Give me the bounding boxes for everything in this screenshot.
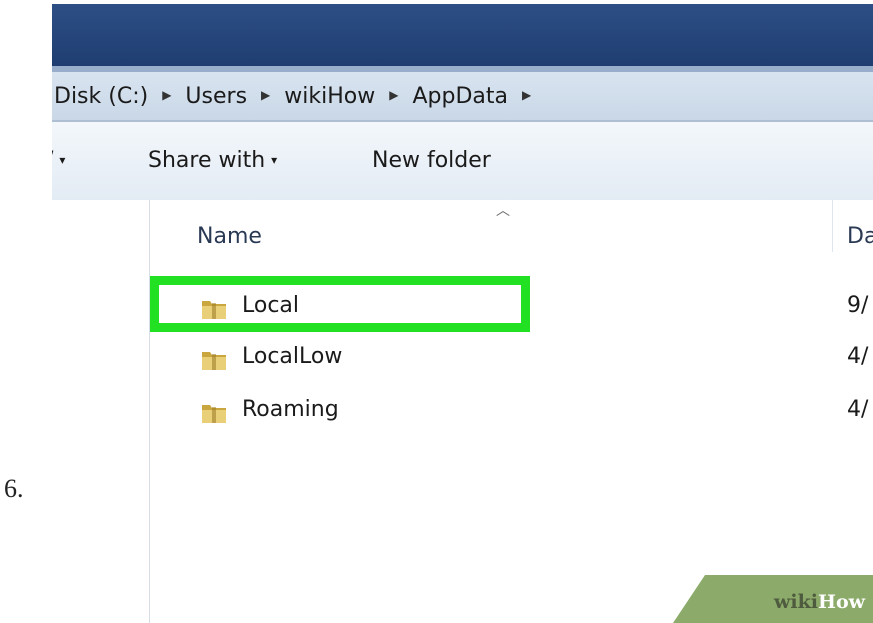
folder-icon — [202, 352, 226, 370]
column-header-date[interactable]: Da — [847, 224, 873, 249]
breadcrumb-appdata[interactable]: AppData — [410, 84, 510, 109]
column-divider[interactable] — [832, 200, 833, 252]
watermark-logo: wikiHow — [774, 591, 865, 613]
folder-icon — [202, 405, 226, 423]
chevron-down-icon: ▾ — [271, 153, 278, 167]
column-header-name[interactable]: Name — [197, 224, 262, 249]
triangle-right-icon[interactable]: ▶ — [522, 88, 531, 102]
navigation-pane[interactable] — [52, 200, 150, 623]
address-bar[interactable]: Disk (C:) ▶ Users ▶ wikiHow ▶ AppData ▶ — [52, 72, 873, 122]
folder-date: 4/ — [847, 397, 869, 422]
breadcrumb-disk-c[interactable]: Disk (C:) — [52, 84, 150, 109]
new-folder-button[interactable]: New folder — [372, 148, 491, 173]
folder-row-locallow[interactable]: LocalLow 4/ — [150, 340, 873, 380]
folder-date: 9/ — [847, 293, 869, 318]
sort-ascending-icon: ︿ — [496, 203, 510, 219]
folder-date: 4/ — [847, 344, 869, 369]
file-list: ︿ Name Da Local 9/ LocalLow 4/ Roaming 4… — [150, 200, 873, 623]
triangle-right-icon[interactable]: ▶ — [389, 88, 398, 102]
command-bar: /▾ Share with ▾ New folder — [52, 122, 873, 201]
breadcrumb-users[interactable]: Users — [183, 84, 249, 109]
share-with-button[interactable]: Share with ▾ — [148, 148, 277, 173]
folder-row-local[interactable]: Local 9/ — [150, 276, 873, 332]
explorer-window: Disk (C:) ▶ Users ▶ wikiHow ▶ AppData ▶ … — [52, 4, 873, 623]
wikihow-watermark: wikiHow — [673, 567, 873, 623]
triangle-right-icon[interactable]: ▶ — [162, 88, 171, 102]
share-with-label: Share with — [148, 148, 266, 173]
folder-row-roaming[interactable]: Roaming 4/ — [150, 393, 873, 433]
chevron-down-icon: ▾ — [59, 153, 66, 167]
organize-menu-cutoff[interactable]: /▾ — [52, 148, 65, 173]
breadcrumb-wikihow[interactable]: wikiHow — [282, 84, 377, 109]
folder-name: Roaming — [242, 397, 339, 422]
triangle-right-icon[interactable]: ▶ — [261, 88, 270, 102]
title-bar — [52, 4, 873, 66]
folder-name: Local — [242, 293, 300, 318]
folder-name: LocalLow — [242, 344, 343, 369]
folder-icon — [202, 301, 226, 319]
step-number: 6. — [4, 474, 24, 503]
